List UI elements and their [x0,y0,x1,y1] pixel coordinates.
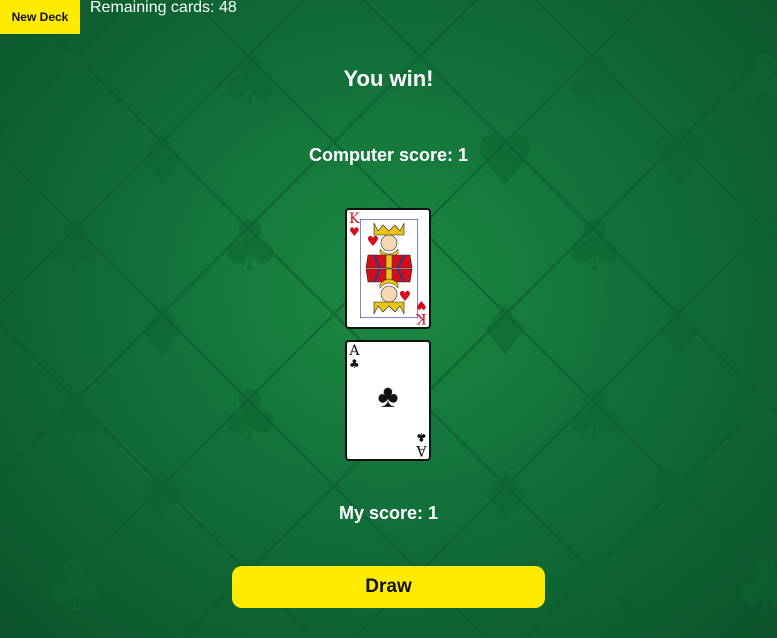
player-card: A ♣ ♣ A ♣ [345,340,431,461]
card-rank: A [349,343,360,359]
remaining-cards-label: Remaining cards: 48 [90,0,237,16]
card-corner-bottom: A ♣ [416,430,427,458]
card-rank: K [349,211,360,227]
svg-text:♣: ♣ [734,375,777,457]
draw-button[interactable]: Draw [232,566,545,608]
svg-text:♦: ♦ [474,290,537,372]
svg-text:♣: ♣ [219,375,282,457]
club-icon: ♣ [377,378,399,414]
svg-text:♥: ♥ [649,455,712,537]
my-score: My score: 1 [338,503,439,523]
card-rank: K [416,310,427,326]
card-corner-bottom: K ♥ [416,298,427,326]
club-icon: ♣ [416,430,427,444]
new-deck-button[interactable]: New Deck [0,0,80,34]
computer-card: K ♥ ♥ ♥ K ♥ [345,208,431,329]
svg-text:♦: ♦ [131,455,194,537]
card-corner-top: K ♥ [349,212,360,238]
club-icon: ♣ [349,357,360,371]
svg-text:♣: ♣ [734,205,777,287]
svg-text:♣: ♣ [44,545,107,627]
svg-text:♣: ♣ [44,375,107,457]
svg-text:♣: ♣ [44,205,107,287]
svg-text:♥: ♥ [367,234,380,250]
king-portrait: ♥ ♥ [360,219,418,318]
heart-icon: ♥ [349,225,360,239]
svg-text:♣: ♣ [564,375,627,457]
svg-text:♦: ♦ [131,290,194,372]
result-message: You win! [343,66,434,91]
svg-text:♣: ♣ [564,545,627,627]
svg-text:♥: ♥ [399,289,412,305]
svg-text:♣: ♣ [734,545,777,627]
svg-text:♣: ♣ [219,205,282,287]
svg-text:♦: ♦ [649,290,712,372]
computer-score: Computer score: 1 [308,145,469,165]
heart-icon: ♥ [416,298,427,312]
card-rank: A [416,442,427,458]
card-corner-top: A ♣ [349,344,360,370]
svg-text:♦: ♦ [474,455,537,537]
svg-text:♣: ♣ [564,205,627,287]
